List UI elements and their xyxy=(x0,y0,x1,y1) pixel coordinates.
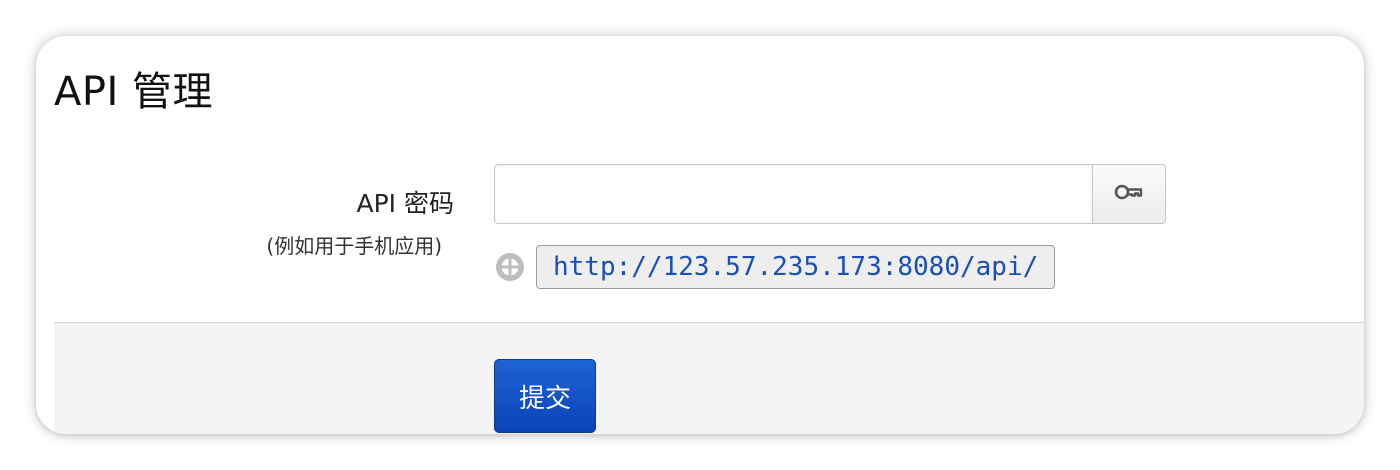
api-settings-window: API 管理 API 密码 (例如用于手机应用) http://123.57.2… xyxy=(36,36,1364,434)
key-icon xyxy=(1114,182,1144,206)
api-key-label: API 密码 xyxy=(356,189,455,218)
page-title: API 管理 xyxy=(54,69,213,115)
submit-button[interactable]: 提交 xyxy=(494,359,596,433)
generate-key-button[interactable] xyxy=(1092,164,1166,224)
form-actions: 提交 xyxy=(54,322,1364,434)
api-url-row: http://123.57.235.173:8080/api/ xyxy=(494,244,1056,290)
api-url-display: http://123.57.235.173:8080/api/ xyxy=(536,245,1056,289)
globe-icon xyxy=(494,251,526,283)
api-key-input[interactable] xyxy=(494,164,1092,224)
api-key-input-group xyxy=(494,164,1166,224)
api-key-hint: (例如用于手机应用) xyxy=(266,234,442,258)
